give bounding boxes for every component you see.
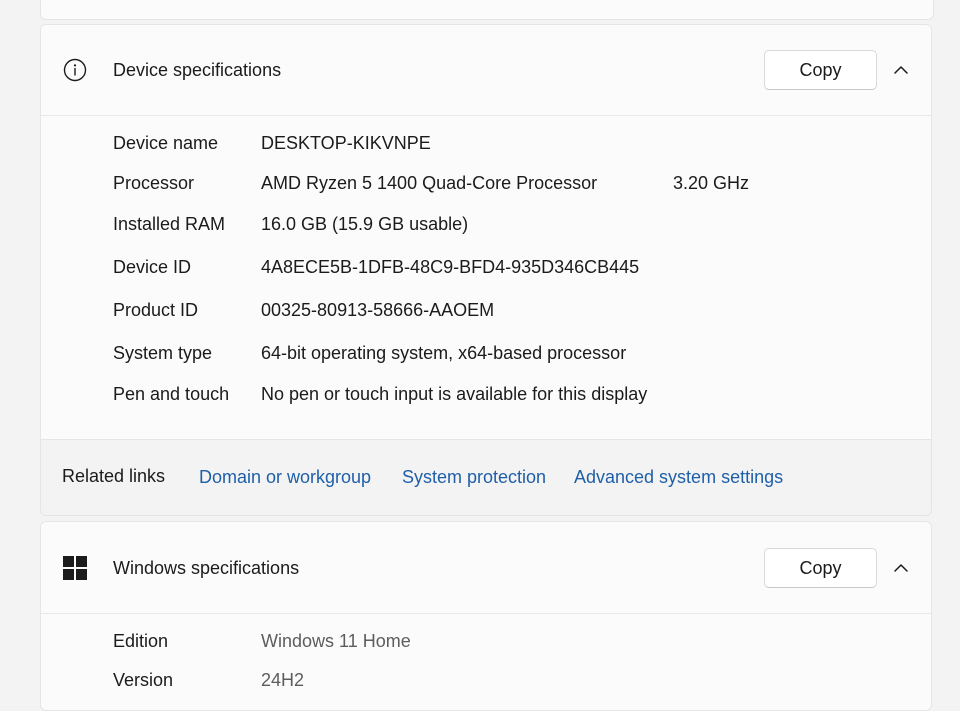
windows-logo-icon: [63, 556, 87, 580]
spec-value: 24H2: [261, 670, 305, 690]
copy-windows-specs-button[interactable]: Copy: [764, 548, 877, 588]
spec-label: Processor: [113, 173, 195, 193]
previous-section-card: [40, 0, 934, 20]
spec-label: Edition: [113, 631, 169, 651]
chevron-up-icon[interactable]: [889, 556, 913, 580]
spec-value: No pen or touch input is available for t…: [261, 384, 648, 404]
copy-device-specs-button[interactable]: Copy: [764, 50, 877, 90]
spec-value: DESKTOP-KIKVNPE: [261, 133, 431, 153]
chevron-up-icon[interactable]: [889, 58, 913, 82]
spec-value: 16.0 GB (15.9 GB usable): [261, 214, 469, 234]
spec-value: 00325-80913-58666-AAOEM: [261, 300, 495, 320]
spec-label: Pen and touch: [113, 384, 230, 404]
windows-specifications-header[interactable]: Windows specifications Copy: [41, 522, 931, 614]
domain-or-workgroup-link[interactable]: Domain or workgroup: [199, 466, 371, 488]
spec-value: 4A8ECE5B-1DFB-48C9-BFD4-935D346CB445: [261, 257, 640, 277]
spec-label: Product ID: [113, 300, 199, 320]
related-links-title: Related links: [62, 466, 166, 486]
device-specifications-section: Device specifications Copy Device name D…: [40, 24, 932, 516]
spec-label: Device ID: [113, 257, 192, 277]
spec-value: 64-bit operating system, x64-based proce…: [261, 343, 627, 363]
spec-label: Device name: [113, 133, 219, 153]
system-protection-link[interactable]: System protection: [402, 466, 546, 488]
related-links-bar: Related links Domain or workgroup System…: [41, 439, 931, 515]
spec-label: Version: [113, 670, 174, 690]
spec-label: Installed RAM: [113, 214, 226, 234]
advanced-system-settings-link[interactable]: Advanced system settings: [574, 466, 783, 488]
spec-label: System type: [113, 343, 213, 363]
spec-value: AMD Ryzen 5 1400 Quad-Core Processor: [261, 173, 598, 193]
device-specifications-title: Device specifications: [113, 60, 282, 80]
spec-value: Windows 11 Home: [261, 631, 411, 651]
windows-specifications-title: Windows specifications: [113, 558, 300, 578]
device-specifications-header[interactable]: Device specifications Copy: [41, 25, 931, 116]
info-icon: [63, 58, 87, 82]
spec-processor-speed: 3.20 GHz: [673, 173, 750, 193]
windows-specifications-section: Windows specifications Copy Edition Wind…: [40, 521, 932, 711]
